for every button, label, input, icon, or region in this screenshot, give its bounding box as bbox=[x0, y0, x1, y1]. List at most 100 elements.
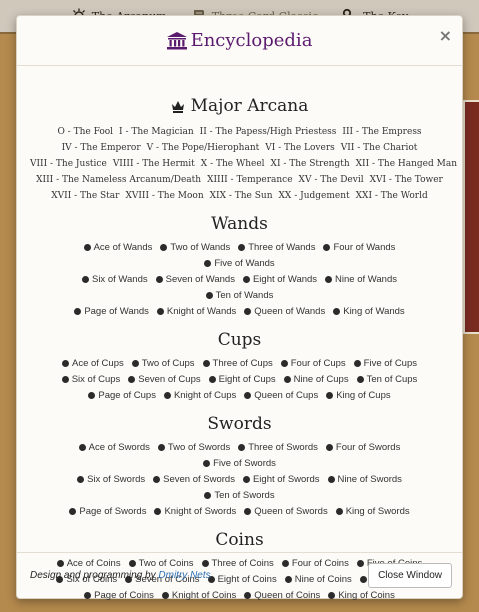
card-link[interactable]: Three of Cups bbox=[202, 356, 273, 371]
card-name: Eight of Cups bbox=[218, 374, 276, 385]
card-link[interactable]: Six of Swords bbox=[77, 472, 145, 487]
card-link[interactable]: King of Cups bbox=[326, 388, 391, 403]
suit-row: Page of Swords Knight of Swords Queen of S… bbox=[41, 504, 438, 520]
card-link[interactable]: Three of Wands bbox=[238, 240, 315, 255]
bullet-icon bbox=[78, 444, 86, 451]
card-link[interactable]: Six of Wands bbox=[81, 272, 148, 287]
card-name: Ace of Wands bbox=[93, 242, 153, 253]
suit-row: Ace of Swords Two of Swords Three of Sword… bbox=[41, 440, 438, 472]
card-link[interactable]: Ten of Cups bbox=[356, 372, 417, 387]
crown-icon bbox=[171, 100, 184, 113]
card-link[interactable]: Three of Swords bbox=[238, 440, 318, 455]
card-link[interactable]: Page of Swords bbox=[69, 504, 146, 519]
card-link[interactable]: Seven of Swords bbox=[153, 472, 235, 487]
major-arcana-card-link[interactable]: V - The Pope/Hierophant bbox=[147, 143, 260, 153]
major-arcana-card-link[interactable]: III - The Empress bbox=[342, 127, 421, 137]
bullet-icon bbox=[157, 444, 165, 451]
card-link[interactable]: Six of Cups bbox=[61, 372, 120, 387]
card-link[interactable]: Nine of Swords bbox=[327, 472, 402, 487]
card-link[interactable]: Nine of Cups bbox=[283, 372, 349, 387]
major-arcana-card-link[interactable]: VI - The Lovers bbox=[265, 143, 335, 153]
card-link[interactable]: Four of Swords bbox=[325, 440, 400, 455]
bullet-icon bbox=[244, 508, 252, 515]
bullet-icon bbox=[88, 392, 96, 399]
major-arcana-card-link[interactable]: XVI - The Tower bbox=[370, 175, 443, 185]
card-link[interactable]: King of Swords bbox=[335, 504, 410, 519]
major-arcana-row: XVII - The Star XVIII - The Moon XIX - The… bbox=[27, 188, 452, 204]
major-arcana-card-link[interactable]: IV - The Emperor bbox=[62, 143, 141, 153]
card-link[interactable]: Eight of Swords bbox=[242, 472, 320, 487]
card-name: Two of Swords bbox=[167, 442, 231, 453]
card-link[interactable]: Ten of Swords bbox=[204, 488, 275, 503]
bullet-icon bbox=[61, 360, 69, 367]
major-arcana-card-link[interactable]: VII - The Chariot bbox=[341, 143, 418, 153]
card-link[interactable]: Ace of Cups bbox=[61, 356, 124, 371]
card-link[interactable]: Two of Swords bbox=[157, 440, 231, 455]
author-link[interactable]: Dmitry Nets bbox=[158, 570, 210, 581]
bullet-icon bbox=[69, 508, 77, 515]
card-name: Five of Wands bbox=[214, 258, 275, 269]
card-link[interactable]: Page of Wands bbox=[74, 304, 149, 319]
card-name: Queen of Cups bbox=[254, 390, 319, 401]
card-link[interactable]: Page of Cups bbox=[88, 388, 156, 403]
card-name: Six of Swords bbox=[87, 474, 146, 485]
bullet-icon bbox=[74, 308, 82, 315]
bullet-icon bbox=[242, 276, 250, 283]
major-arcana-card-link[interactable]: XIII - The Nameless Arcanum/Death bbox=[36, 175, 201, 185]
major-arcana-card-link[interactable]: I - The Magician bbox=[119, 127, 194, 137]
modal-title: Encyclopedia bbox=[166, 30, 312, 51]
major-arcana-card-link[interactable]: X - The Wheel bbox=[201, 159, 265, 169]
card-link[interactable]: Eight of Wands bbox=[242, 272, 317, 287]
card-link[interactable]: Knight of Swords bbox=[154, 504, 236, 519]
card-name: Four of Cups bbox=[290, 358, 346, 369]
major-arcana-card-link[interactable]: XIX - The Sun bbox=[210, 191, 273, 201]
major-arcana-card-link[interactable]: VIII - The Justice bbox=[30, 159, 107, 169]
card-link[interactable]: Five of Swords bbox=[203, 456, 276, 471]
card-link[interactable]: King of Wands bbox=[333, 304, 405, 319]
card-link[interactable]: Four of Wands bbox=[323, 240, 395, 255]
card-link[interactable]: Two of Wands bbox=[160, 240, 230, 255]
card-link[interactable]: Queen of Wands bbox=[244, 304, 325, 319]
major-arcana-card-link[interactable]: XI - The Strength bbox=[271, 159, 350, 169]
bullet-icon bbox=[208, 376, 216, 383]
card-link[interactable]: Ace of Wands bbox=[83, 240, 153, 255]
card-link[interactable]: Queen of Swords bbox=[244, 504, 328, 519]
bullet-icon bbox=[204, 492, 212, 499]
card-link[interactable]: Eight of Cups bbox=[208, 372, 276, 387]
major-arcana-card-link[interactable]: II - The Papess/High Priestess bbox=[200, 127, 337, 137]
suit-heading: Coins bbox=[215, 530, 264, 550]
card-name: Knight of Wands bbox=[166, 306, 237, 317]
suit-row: Six of Cups Seven of Cups Eight of Cups Nin… bbox=[41, 372, 438, 388]
major-arcana-card-link[interactable]: O - The Fool bbox=[57, 127, 113, 137]
card-link[interactable]: Seven of Cups bbox=[128, 372, 201, 387]
major-arcana-card-link[interactable]: XV - The Devil bbox=[299, 175, 364, 185]
card-link[interactable]: Seven of Wands bbox=[155, 272, 235, 287]
major-arcana-card-link[interactable]: XII - The Hanged Man bbox=[356, 159, 457, 169]
major-arcana-card-link[interactable]: XIIII - Temperance bbox=[207, 175, 292, 185]
major-arcana-card-link[interactable]: XVIII - The Moon bbox=[125, 191, 203, 201]
card-name: Four of Wands bbox=[333, 242, 396, 253]
card-name: Five of Swords bbox=[213, 458, 276, 469]
major-arcana-card-link[interactable]: XVII - The Star bbox=[51, 191, 119, 201]
card-link[interactable]: Ace of Swords bbox=[78, 440, 150, 455]
bullet-icon bbox=[83, 244, 91, 251]
card-link[interactable]: Knight of Cups bbox=[163, 388, 236, 403]
card-link[interactable]: Two of Cups bbox=[131, 356, 195, 371]
major-arcana-card-link[interactable]: XXI - The World bbox=[356, 191, 428, 201]
card-link[interactable]: Five of Cups bbox=[353, 356, 417, 371]
close-window-button[interactable]: Close Window bbox=[368, 563, 452, 588]
card-link[interactable]: Five of Wands bbox=[204, 256, 275, 271]
major-arcana-card-link[interactable]: VIIII - The Hermit bbox=[113, 159, 195, 169]
card-link[interactable]: Ten of Wands bbox=[205, 288, 273, 303]
close-icon[interactable]: × bbox=[439, 26, 452, 45]
major-arcana-card-link[interactable]: XX - Judgement bbox=[279, 191, 350, 201]
bullet-icon bbox=[280, 360, 288, 367]
card-link[interactable]: Queen of Cups bbox=[244, 388, 318, 403]
bullet-icon bbox=[327, 476, 335, 483]
credit-prefix: Design and programming by bbox=[30, 570, 156, 581]
bullet-icon bbox=[205, 292, 213, 299]
card-link[interactable]: Four of Cups bbox=[280, 356, 346, 371]
card-link[interactable]: Knight of Wands bbox=[156, 304, 237, 319]
encyclopedia-modal: Encyclopedia × Major Arcana O - The Fool… bbox=[16, 15, 463, 601]
card-link[interactable]: Nine of Wands bbox=[325, 272, 397, 287]
